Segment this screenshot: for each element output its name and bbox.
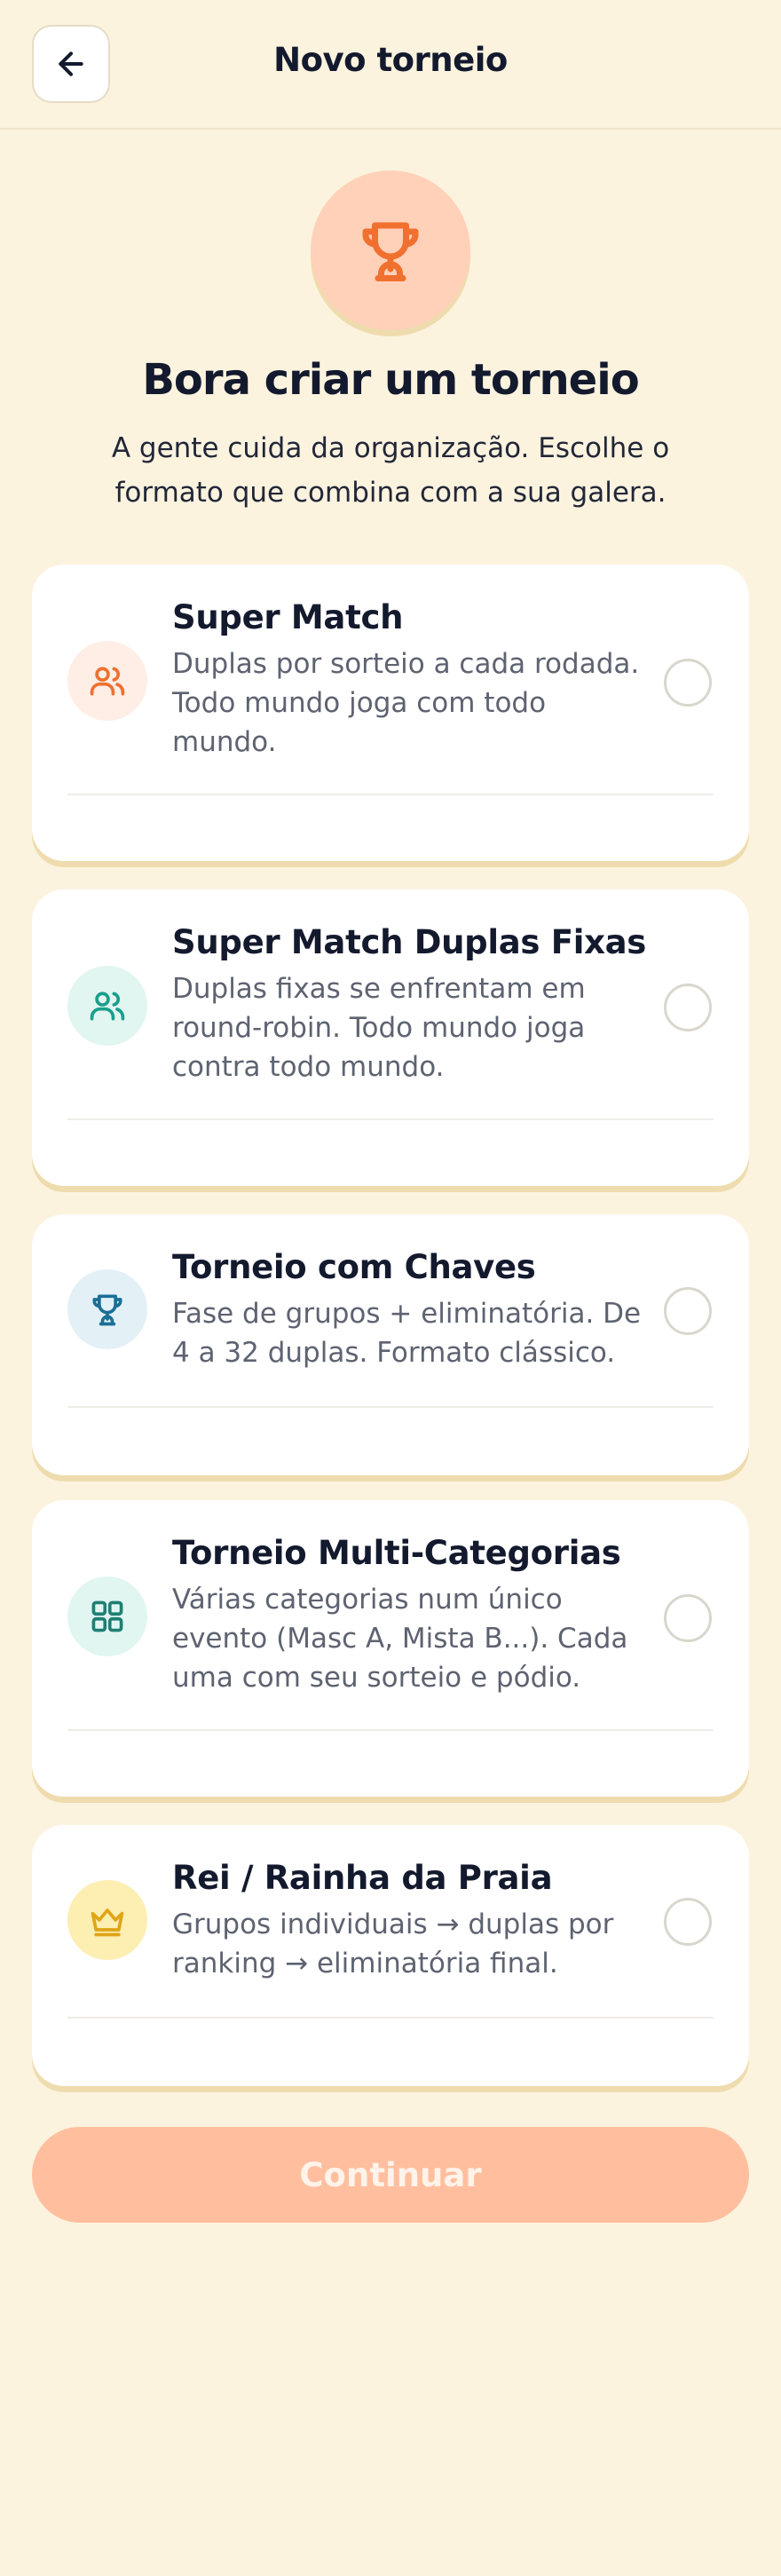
format-radio[interactable] [664,1594,712,1642]
card-divider [67,2017,714,2019]
format-description: Duplas fixas se enfrentam em round-robin… [172,973,586,1083]
hero-title: Bora criar um torneio [142,355,639,405]
card-divider [67,794,714,795]
format-icon-badge [67,1576,147,1656]
format-description: Fase de grupos + eliminatória. De 4 a 32… [172,1298,642,1369]
trophy-icon [92,1294,122,1326]
format-icon-badge [67,1880,147,1960]
format-title: Super Match Duplas Fixas [172,923,647,961]
format-icon-badge [67,966,147,1046]
hero-subtitle: A gente cuida da organização. Escolhe o … [111,432,670,509]
format-option-torneio-multi-categorias[interactable]: Torneio Multi-Categorias Várias categori… [32,1500,749,1797]
users-icon [90,992,125,1021]
grid-icon [91,1600,123,1632]
format-icon-badge [67,641,147,721]
format-option-rei-rainha-da-praia[interactable]: Rei / Rainha da Praia Grupos individuais… [32,1825,749,2086]
crown-icon [91,1908,124,1937]
card-divider [67,1729,714,1731]
format-radio[interactable] [664,1287,712,1335]
format-radio[interactable] [664,984,712,1031]
format-title: Rei / Rainha da Praia [172,1859,553,1897]
format-icon-badge [67,1269,147,1349]
format-option-torneio-com-chaves[interactable]: Torneio com Chaves Fase de grupos + elim… [32,1214,749,1475]
format-title: Super Match [172,598,404,636]
format-radio[interactable] [664,659,712,707]
format-title: Torneio com Chaves [172,1248,536,1286]
format-radio[interactable] [664,1898,712,1946]
card-divider [67,1118,714,1120]
page-title: Novo torneio [273,41,508,79]
hero-trophy-badge [311,170,470,330]
top-bar: Novo torneio [0,0,781,130]
format-description: Grupos individuais → duplas por ranking … [172,1908,614,1979]
format-option-super-match[interactable]: Super Match Duplas por sorteio a cada ro… [32,565,749,861]
card-divider [67,1406,714,1408]
format-title: Torneio Multi-Categorias [172,1534,621,1572]
users-icon [90,667,125,696]
format-description: Duplas por sorteio a cada rodada. Todo m… [172,648,640,758]
trophy-icon [362,222,419,281]
continue-button[interactable]: Continuar [32,2127,749,2223]
format-description: Várias categorias num único evento (Masc… [172,1584,628,1694]
format-option-super-match-duplas-fixas[interactable]: Super Match Duplas Fixas Duplas fixas se… [32,889,749,1186]
